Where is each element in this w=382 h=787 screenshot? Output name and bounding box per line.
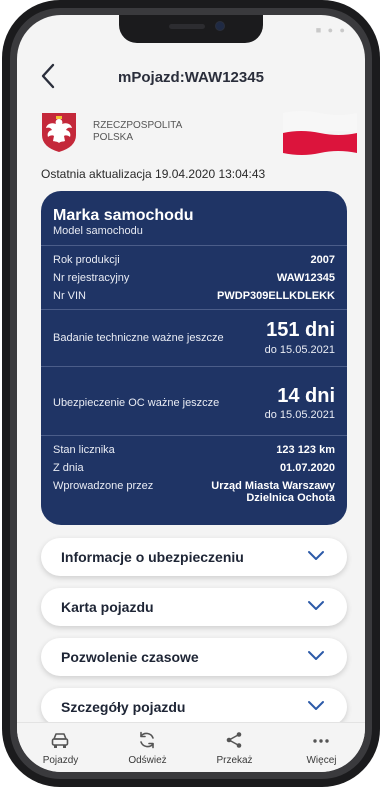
accordion-vehicle-details[interactable]: Szczegóły pojazdu <box>41 688 347 726</box>
accordion-label: Karta pojazdu <box>61 599 154 615</box>
tab-label: Przekaż <box>216 755 253 766</box>
front-camera <box>215 21 225 31</box>
page-title: mPojazd:WAW12345 <box>118 69 264 86</box>
tab-more[interactable]: Więcej <box>278 723 365 772</box>
divider <box>41 309 347 310</box>
vehicle-card: Marka samochodu Model samochodu Rok prod… <box>41 191 347 525</box>
entered-by-value: Urząd Miasta Warszawy Dzielnica Ochota <box>211 480 335 504</box>
accordion-label: Informacje o ubezpieczeniu <box>61 549 244 565</box>
status-indicator: ■ ● ● <box>315 25 347 35</box>
phone-frame: ■ ● ● mPojazd:WAW12345 RZECZPOSPOLITA PO… <box>2 0 380 787</box>
divider <box>41 435 347 436</box>
inspection-until: do 15.05.2021 <box>264 344 335 356</box>
insurance-days: 14 dni <box>277 385 335 407</box>
divider <box>41 366 347 367</box>
more-icon <box>313 739 329 743</box>
odometer-label: Stan licznika <box>53 444 115 456</box>
accordion-vehicle-card[interactable]: Karta pojazdu <box>41 588 347 626</box>
detail-label: Nr rejestracyjny <box>53 272 130 284</box>
speaker-grille <box>169 24 205 29</box>
tab-share[interactable]: Przekaż <box>191 723 278 772</box>
car-icon <box>51 733 69 748</box>
accordion-insurance-info[interactable]: Informacje o ubezpieczeniu <box>41 538 347 576</box>
polish-eagle-emblem-icon <box>42 113 76 152</box>
last-update-text: Ostatnia aktualizacja 19.04.2020 13:04:4… <box>41 167 266 181</box>
tab-label: Odśwież <box>128 755 167 766</box>
tab-vehicles[interactable]: Pojazdy <box>17 723 104 772</box>
detail-label: Rok produkcji <box>53 254 120 266</box>
polish-flag-icon <box>283 111 357 155</box>
odometer-date-label: Z dnia <box>53 462 84 474</box>
vehicle-model: Model samochodu <box>53 225 143 237</box>
accordion-label: Pozwolenie czasowe <box>61 649 199 665</box>
app-screen: ■ ● ● mPojazd:WAW12345 RZECZPOSPOLITA PO… <box>17 15 365 772</box>
accordion-label: Szczegóły pojazdu <box>61 699 186 715</box>
tab-refresh[interactable]: Odśwież <box>104 723 191 772</box>
issuer-name-line2: POLSKA <box>93 132 134 143</box>
insurance-until: do 15.05.2021 <box>264 409 335 421</box>
entered-by-label: Wprowadzone przez <box>53 480 154 492</box>
share-icon <box>226 732 242 748</box>
inspection-label: Badanie techniczne ważne jeszcze <box>53 332 224 344</box>
issuer-name: RZECZPOSPOLITA POLSKA <box>93 120 213 144</box>
detail-value: 2007 <box>310 254 335 266</box>
detail-label: Nr VIN <box>53 290 86 302</box>
accordion-temporary-permit[interactable]: Pozwolenie czasowe <box>41 638 347 676</box>
divider <box>41 245 347 246</box>
inspection-days: 151 dni <box>266 319 335 341</box>
device-notch <box>119 15 263 43</box>
bottom-tab-bar: Pojazdy Odśwież Przekaż Więcej <box>17 722 365 772</box>
odometer-value: 123 123 km <box>276 444 335 456</box>
detail-value: WAW12345 <box>276 272 335 284</box>
tab-label: Więcej <box>306 755 337 766</box>
chevron-down-icon <box>308 701 324 710</box>
entered-by-line2: Dzielnica Ochota <box>246 492 335 504</box>
chevron-down-icon <box>308 601 324 610</box>
tab-label: Pojazdy <box>42 755 79 766</box>
odometer-date-value: 01.07.2020 <box>279 462 335 474</box>
vehicle-make: Marka samochodu <box>53 207 194 224</box>
detail-value: PWDP309ELLKDLEKK <box>217 290 335 302</box>
chevron-down-icon <box>308 651 324 660</box>
entered-by-line1: Urząd Miasta Warszawy <box>211 480 335 492</box>
chevron-down-icon <box>308 551 324 560</box>
insurance-label: Ubezpieczenie OC ważne jeszcze <box>53 397 220 409</box>
nav-header: mPojazd:WAW12345 <box>17 57 365 97</box>
refresh-icon <box>140 731 154 749</box>
issuer-name-line1: RZECZPOSPOLITA <box>93 120 183 131</box>
